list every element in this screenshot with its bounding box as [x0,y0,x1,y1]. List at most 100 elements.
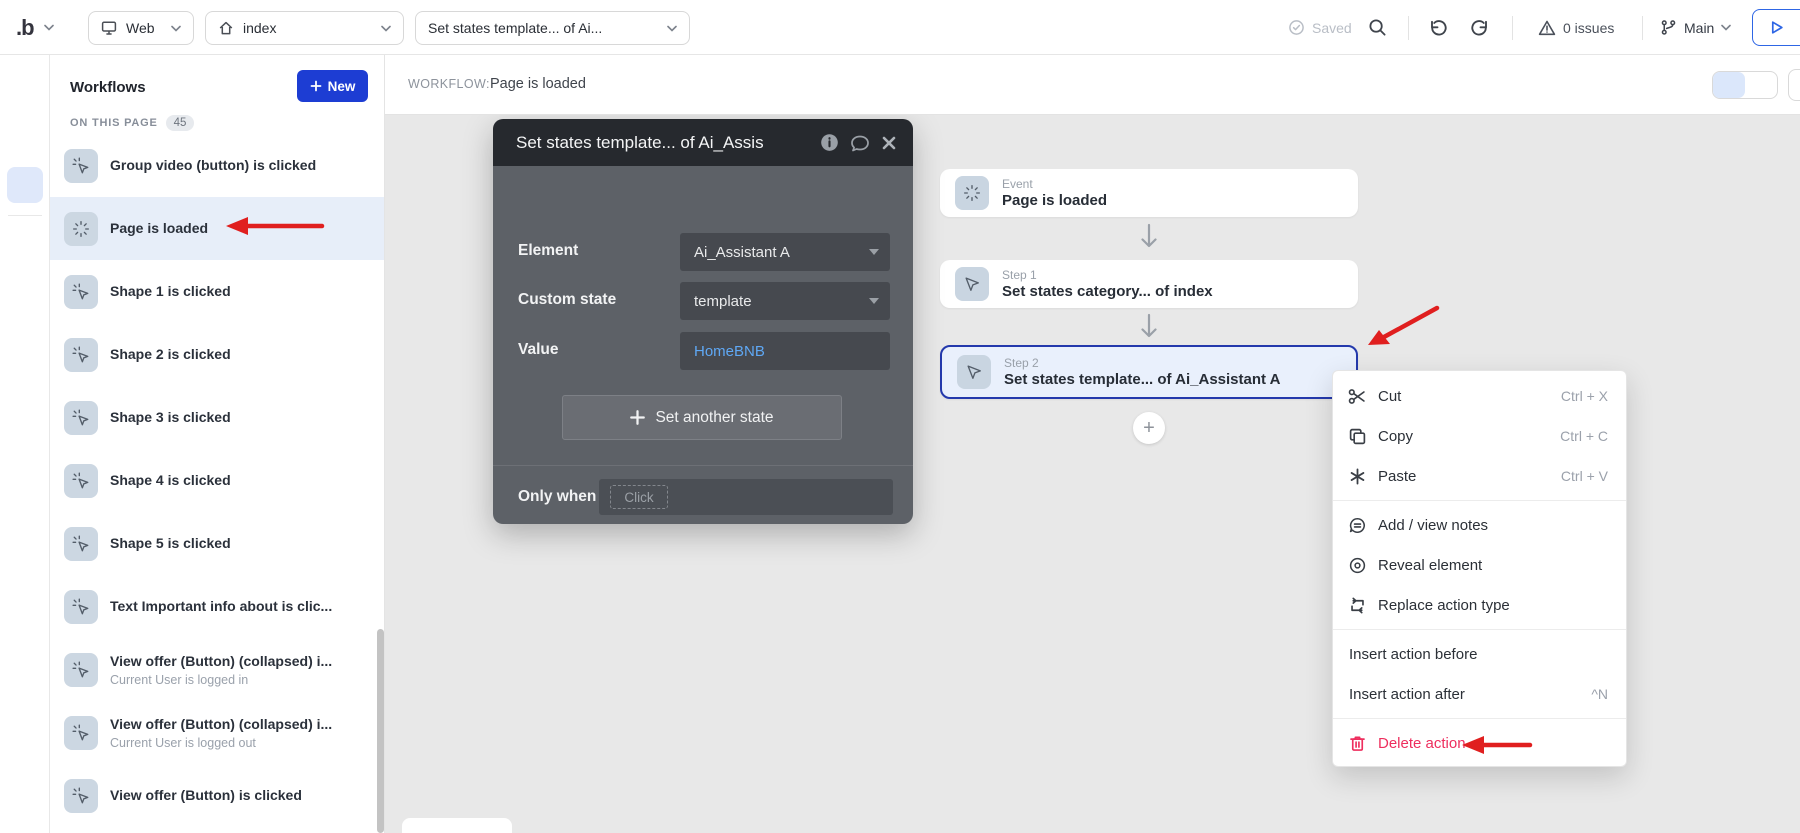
menu-item-delete[interactable]: Delete action [1333,723,1626,763]
value-expression-field[interactable]: HomeBNB [680,332,890,370]
workflow-item-title: Shape 4 is clicked [110,472,231,488]
styles-tab[interactable] [13,333,37,357]
set-another-state-button[interactable]: Set another state [562,395,842,440]
redo-button[interactable] [1470,0,1490,55]
workflow-breadcrumb-value: Page is loaded [490,76,586,92]
context-menu: Cut Ctrl + X Copy Ctrl + C Paste Ctrl + … [1332,370,1627,767]
eye-icon [1348,556,1367,575]
branch-selector[interactable]: Main [1660,0,1731,55]
workflows-panel: Workflows New ON THIS PAGE 45 Group vide… [50,55,385,833]
info-icon[interactable] [820,133,839,152]
menu-item-reveal[interactable]: Reveal element [1333,545,1626,585]
flow-connector-arrow [1138,223,1160,251]
divider [1642,16,1643,40]
workflow-list-item[interactable]: Shape 1 is clicked [50,260,385,323]
list-view-button[interactable] [1745,72,1777,98]
workflow-list-item[interactable]: Shape 4 is clicked [50,449,385,512]
search-button[interactable] [1368,0,1387,55]
divider [1512,16,1513,40]
workflow-dropdown-label: Set states template... of Ai... [428,20,658,36]
undo-button[interactable] [1428,0,1448,55]
menu-item-notes[interactable]: Add / view notes [1333,505,1626,545]
data-tab[interactable] [13,285,37,309]
value-expression[interactable]: HomeBNB [694,343,765,360]
add-action-button[interactable]: + [1133,412,1165,444]
new-workflow-button[interactable]: New [297,70,368,102]
menu-shortcut: Ctrl + X [1561,388,1608,404]
card-view-button[interactable] [1713,72,1745,98]
workflow-list-item[interactable]: Shape 2 is clicked [50,323,385,386]
menu-item-paste[interactable]: Paste Ctrl + V [1333,456,1626,496]
home-icon [218,20,234,36]
element-dropdown[interactable]: Ai_Assistant A [680,233,890,271]
platform-dropdown-label: Web [126,20,162,36]
custom-state-dropdown[interactable]: template [680,282,890,320]
clipped-toolbar-button[interactable] [1788,69,1800,101]
click-event-icon [64,401,98,435]
close-icon[interactable] [881,135,897,151]
node-title: Page is loaded [1002,192,1107,209]
git-branch-icon [1660,19,1677,36]
workflow-list-item[interactable]: View offer (Button) (collapsed) i... Cur… [50,638,385,701]
workflow-list-item[interactable]: Group video (button) is clicked [50,134,385,197]
bubble-logo-menu[interactable]: .b [16,0,54,55]
chevron-down-icon [667,25,677,32]
panel-title: Workflows [70,79,146,96]
design-tab[interactable] [13,123,37,147]
element-field-label: Element [518,242,578,260]
menu-item-label: Add / view notes [1378,517,1488,534]
page-dropdown[interactable]: index [205,11,404,45]
menu-item-replace[interactable]: Replace action type [1333,585,1626,625]
chevron-down-icon [1721,24,1731,31]
menu-item-insert-after[interactable]: Insert action after ^N [1333,674,1626,714]
panel-scrollbar[interactable] [377,629,384,833]
platform-dropdown[interactable]: Web [88,11,194,45]
plugins-tab[interactable] [13,385,37,409]
step2-node-selected[interactable]: Step 2 Set states template... of Ai_Assi… [940,345,1358,399]
only-when-field[interactable]: Click [599,479,893,515]
action-property-editor: Set states template... of Ai_Assis Eleme… [493,119,913,524]
only-when-placeholder[interactable]: Click [610,485,668,509]
workflow-list-item-selected[interactable]: Page is loaded [50,197,385,260]
modal-header[interactable]: Set states template... of Ai_Assis [493,119,913,166]
reusables-tab[interactable] [13,235,37,259]
preview-button[interactable] [1752,9,1800,46]
event-node[interactable]: Event Page is loaded [940,169,1358,217]
divider [1333,629,1626,630]
workflow-item-condition: Current User is logged out [110,736,332,750]
node-kind: Step 1 [1002,268,1213,282]
flow-connector-arrow [1138,313,1160,341]
node-title: Set states category... of index [1002,283,1213,300]
set-another-state-label: Set another state [655,409,773,427]
action-cursor-icon [955,267,989,301]
workflow-list-item[interactable]: Text Important info about is clic... [50,575,385,638]
workflow-item-title: Shape 1 is clicked [110,283,231,299]
workflow-count-badge: 45 [166,115,195,131]
workflow-canvas[interactable]: Set states template... of Ai_Assis Eleme… [385,115,1800,833]
workflow-breadcrumb-label: WORKFLOW: [408,77,490,91]
workflow-dropdown[interactable]: Set states template... of Ai... [415,11,690,45]
caret-down-icon [869,249,879,255]
workflow-list-item[interactable]: Shape 5 is clicked [50,512,385,575]
workflow-tab[interactable] [7,167,43,203]
workflow-list-item[interactable]: Shape 3 is clicked [50,386,385,449]
workflow-item-title: View offer (Button) (collapsed) i... [110,653,332,669]
menu-item-insert-before[interactable]: Insert action before [1333,634,1626,674]
workflow-list-item[interactable]: View offer (Button) (collapsed) i... Cur… [50,701,385,764]
issues-indicator[interactable]: 0 issues [1538,0,1614,55]
custom-state-field-label: Custom state [518,291,616,309]
click-event-icon [64,338,98,372]
node-title: Set states template... of Ai_Assistant A [1004,371,1280,388]
menu-item-cut[interactable]: Cut Ctrl + X [1333,376,1626,416]
step1-node[interactable]: Step 1 Set states category... of index [940,260,1358,308]
menu-item-label: Replace action type [1378,597,1510,614]
logs-tab[interactable] [13,485,37,509]
click-event-icon [64,275,98,309]
menu-item-copy[interactable]: Copy Ctrl + C [1333,416,1626,456]
plus-icon [630,410,645,425]
comment-icon[interactable] [850,133,870,153]
bubble-logo: .b [16,15,34,41]
click-event-icon [64,653,98,687]
settings-tab[interactable] [13,435,37,459]
workflow-list-item[interactable]: View offer (Button) is clicked [50,764,385,827]
